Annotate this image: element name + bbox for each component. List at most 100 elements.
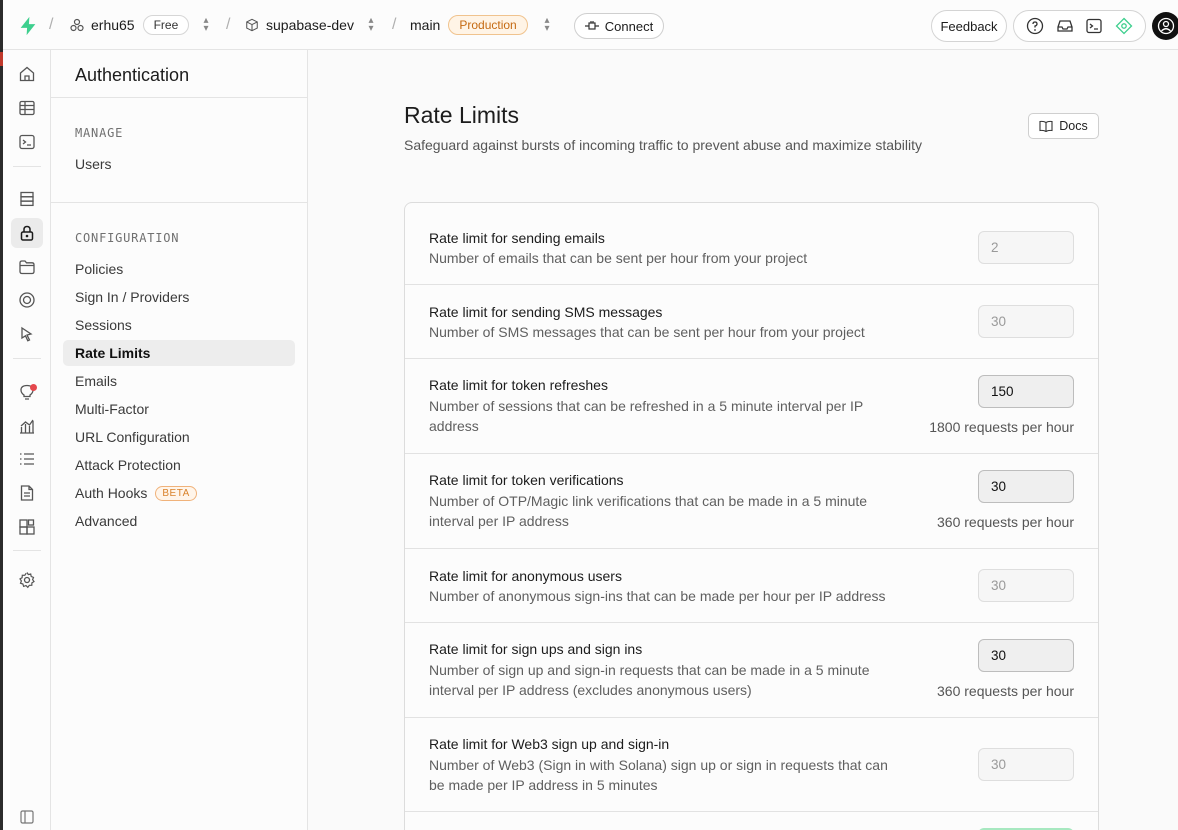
rate-limit-description: Number of anonymous sign-ins that can be… (429, 588, 886, 604)
breadcrumb-separator: / (392, 16, 397, 33)
sidebar-item-sessions[interactable]: Sessions (63, 312, 295, 338)
token-refresh-rate-limit-input[interactable]: 150 (978, 375, 1074, 408)
rate-limit-description: Number of OTP/Magic link verifications t… (429, 493, 868, 529)
database-icon[interactable] (15, 187, 39, 211)
toolbar-icon-group (1013, 10, 1146, 42)
sidebar-item-multi-factor[interactable]: Multi-Factor (63, 396, 295, 422)
branch-chevron-icon[interactable]: ▴ ▾ (542, 16, 552, 34)
sms-rate-limit-input[interactable]: 30 (978, 305, 1074, 338)
rate-limit-description: Number of SMS messages that can be sent … (429, 324, 865, 340)
docs-label: Docs (1059, 119, 1088, 133)
notification-dot (30, 384, 37, 391)
rate-limit-description: Number of Web3 (Sign in with Solana) sig… (429, 757, 888, 793)
project-switcher[interactable]: supabase-dev (245, 0, 354, 50)
rate-limit-description: Number of emails that can be sent per ho… (429, 250, 808, 266)
sidebar-item-advanced[interactable]: Advanced (63, 508, 295, 534)
configuration-heading: CONFIGURATION (75, 231, 180, 245)
connect-label: Connect (604, 18, 654, 34)
rate-limit-label: Rate limit for sign ups and sign ins (429, 641, 643, 657)
sidebar-item-users[interactable]: Users (63, 151, 295, 177)
rate-limit-row: Rate limit for Web3 sign up and sign-in … (405, 718, 1098, 812)
sidebar-item-url-configuration[interactable]: URL Configuration (63, 424, 295, 450)
storage-icon[interactable] (15, 255, 39, 279)
icon-rail (3, 50, 51, 830)
collapse-sidebar-icon[interactable] (15, 805, 39, 829)
rate-limit-row: Rate limit for anonymous users Number of… (405, 549, 1098, 623)
docs-button[interactable]: Docs (1028, 113, 1099, 139)
sidebar-item-attack-protection[interactable]: Attack Protection (63, 452, 295, 478)
rate-limit-description: Number of sign up and sign-in requests t… (429, 662, 870, 698)
sidebar-title: Authentication (75, 65, 190, 85)
rate-limit-row: Rate limit for token verifications Numbe… (405, 454, 1098, 549)
box-icon (246, 18, 258, 32)
rate-limits-card: Rate limit for sending emails Number of … (404, 202, 1099, 830)
integrations-icon[interactable] (15, 515, 39, 539)
rail-divider (13, 166, 41, 167)
rate-limit-label: Rate limit for token verifications (429, 472, 624, 488)
settings-gear-icon[interactable] (15, 568, 39, 592)
email-rate-limit-input[interactable]: 2 (978, 231, 1074, 264)
api-docs-icon[interactable] (15, 481, 39, 505)
page-subtitle: Safeguard against bursts of incoming tra… (404, 137, 923, 153)
terminal-icon[interactable] (1084, 16, 1104, 36)
auth-sidebar: Authentication MANAGE Users CONFIGURATIO… (51, 50, 308, 830)
top-bar: / erhu65 Free ▴ ▾ / supabase-dev ▴ ▾ / mai… (3, 0, 1178, 50)
org-switcher[interactable]: erhu65 Free (69, 0, 190, 50)
token-verification-rate-limit-input[interactable]: 30 (978, 470, 1074, 503)
supabase-logo-icon[interactable] (17, 15, 39, 37)
organization-icon (70, 18, 84, 32)
rate-limit-description: Number of sessions that can be refreshed… (429, 398, 863, 434)
org-chevron-icon[interactable]: ▴ ▾ (201, 16, 211, 34)
inbox-icon[interactable] (1055, 16, 1075, 36)
branch-switcher[interactable]: main Production (410, 0, 528, 50)
org-name: erhu65 (91, 17, 135, 33)
logs-icon[interactable] (15, 447, 39, 471)
page-title: Rate Limits (404, 102, 520, 128)
card-footer (405, 812, 1098, 830)
sidebar-item-label: Auth Hooks (75, 485, 148, 501)
branch-name: main (410, 17, 441, 33)
reports-icon[interactable] (15, 414, 39, 438)
realtime-icon[interactable] (15, 322, 39, 346)
anonymous-users-rate-limit-input[interactable]: 30 (978, 569, 1074, 602)
project-chevron-icon[interactable]: ▴ ▾ (366, 16, 376, 34)
sign-ups-sign-ins-rate-limit-input[interactable]: 30 (978, 639, 1074, 672)
feedback-button[interactable]: Feedback (931, 10, 1007, 42)
authentication-icon[interactable] (11, 218, 43, 248)
home-icon[interactable] (15, 62, 39, 86)
sidebar-item-auth-hooks[interactable]: Auth Hooks BETA (63, 480, 295, 506)
sidebar-item-policies[interactable]: Policies (63, 256, 295, 282)
rate-limit-label: Rate limit for sending SMS messages (429, 304, 663, 320)
rate-limit-label: Rate limit for token refreshes (429, 377, 608, 393)
production-badge: Production (448, 15, 528, 35)
rate-limit-row: Rate limit for sending emails Number of … (405, 203, 1098, 285)
sidebar-item-emails[interactable]: Emails (63, 368, 295, 394)
main-content: Rate Limits Safeguard against bursts of … (308, 50, 1178, 830)
breadcrumb-separator: / (49, 16, 54, 33)
table-editor-icon[interactable] (15, 96, 39, 120)
sql-editor-icon[interactable] (15, 130, 39, 154)
requests-per-hour-note: 360 requests per hour (937, 514, 1074, 530)
help-icon[interactable] (1025, 16, 1045, 36)
connect-button[interactable]: Connect (574, 13, 664, 39)
plug-icon (584, 21, 599, 30)
user-avatar[interactable] (1152, 12, 1178, 40)
plan-badge: Free (142, 15, 190, 35)
rate-limit-row: Rate limit for sending SMS messages Numb… (405, 285, 1098, 359)
beta-badge: BETA (155, 485, 197, 501)
rate-limit-label: Rate limit for anonymous users (429, 568, 622, 584)
breadcrumb-separator: / (226, 16, 231, 33)
requests-per-hour-note: 1800 requests per hour (929, 419, 1074, 435)
edge-functions-icon[interactable] (15, 288, 39, 312)
project-name: supabase-dev (266, 17, 354, 33)
web3-rate-limit-input[interactable]: 30 (978, 748, 1074, 781)
sidebar-divider (51, 97, 307, 98)
rate-limit-label: Rate limit for Web3 sign up and sign-in (429, 736, 670, 752)
assistant-icon[interactable] (1114, 16, 1134, 36)
rate-limit-row: Rate limit for sign ups and sign ins Num… (405, 623, 1098, 718)
rate-limit-label: Rate limit for sending emails (429, 230, 605, 246)
sidebar-item-rate-limits[interactable]: Rate Limits (63, 340, 295, 366)
sidebar-item-sign-in-providers[interactable]: Sign In / Providers (63, 284, 295, 310)
rate-limit-row: Rate limit for token refreshes Number of… (405, 359, 1098, 454)
user-icon (1157, 17, 1175, 35)
